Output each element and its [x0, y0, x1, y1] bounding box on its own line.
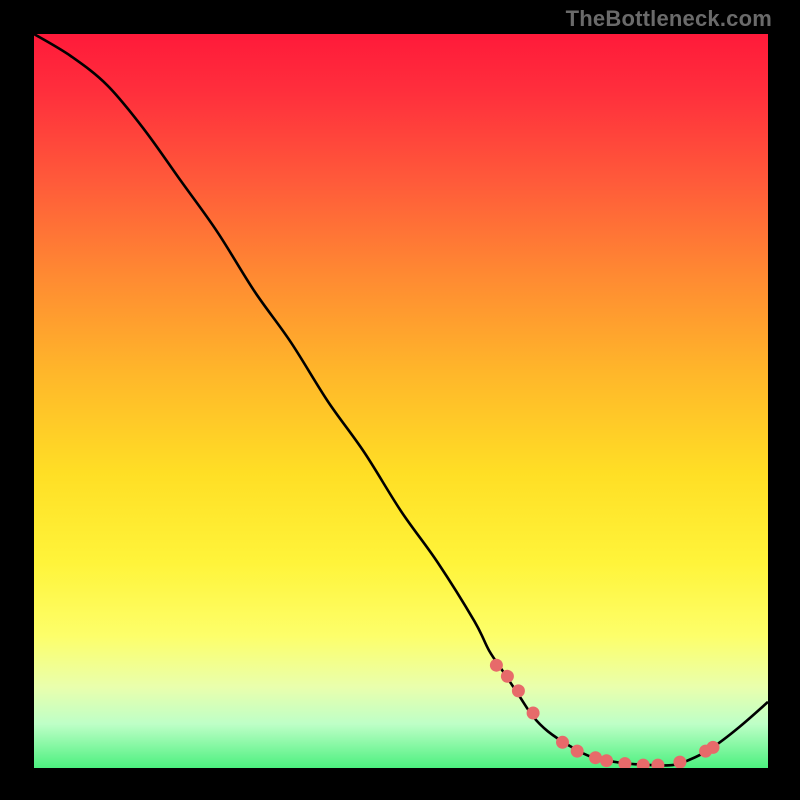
bottleneck-curve [34, 34, 768, 768]
marker-dot [600, 754, 613, 767]
plot-area [34, 34, 768, 768]
marker-dot [637, 759, 650, 768]
marker-dot [673, 756, 686, 768]
marker-dot [501, 670, 514, 683]
marker-dot [571, 745, 584, 758]
marker-dot [556, 736, 569, 749]
marker-dot [512, 684, 525, 697]
chart-frame: TheBottleneck.com [0, 0, 800, 800]
marker-dot [490, 659, 503, 672]
watermark-text: TheBottleneck.com [566, 6, 772, 32]
marker-dot [651, 759, 664, 768]
marker-dot [527, 707, 540, 720]
marker-dot [707, 741, 720, 754]
marker-dot [618, 757, 631, 768]
marker-dot [589, 751, 602, 764]
